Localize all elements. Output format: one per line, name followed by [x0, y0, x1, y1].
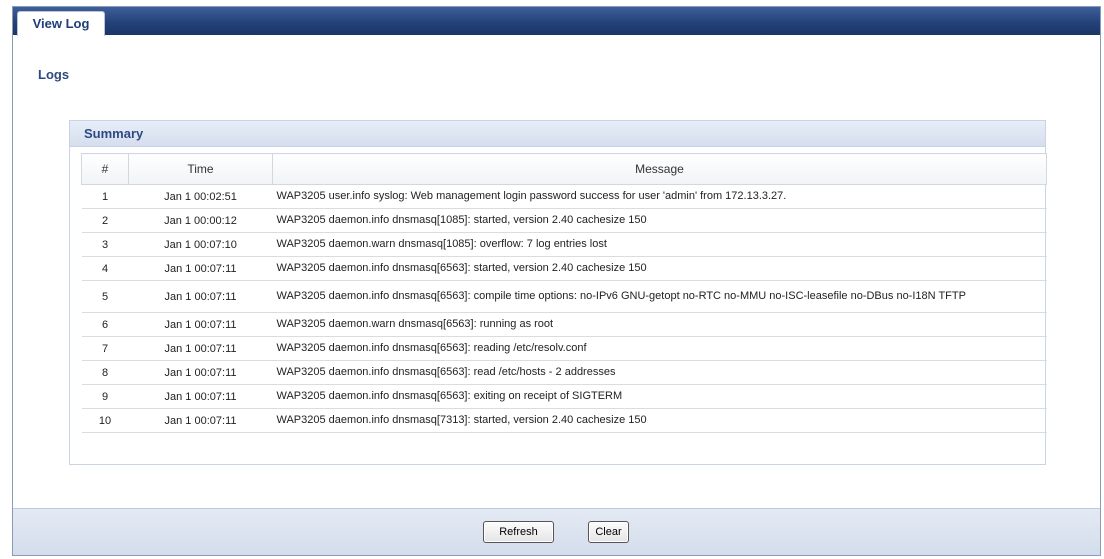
table-row: 5 Jan 1 00:07:11 WAP3205 daemon.info dnsma… — [81, 280, 1047, 313]
table-row: 2 Jan 1 00:00:12 WAP3205 daemon.info dnsma… — [81, 208, 1047, 233]
column-header-message: Message — [272, 153, 1047, 185]
table-row: 6 Jan 1 00:07:11 WAP3205 daemon.warn dnsma… — [81, 312, 1047, 337]
row-time: Jan 1 00:07:11 — [128, 408, 273, 433]
row-message: WAP3205 daemon.warn dnsmasq[6563]: runni… — [272, 312, 1047, 337]
table-row: 4 Jan 1 00:07:11 WAP3205 daemon.info dnsma… — [81, 256, 1047, 281]
section-title-logs: Logs — [38, 67, 70, 82]
refresh-button[interactable]: Refresh — [483, 521, 554, 543]
row-time: Jan 1 00:07:10 — [128, 232, 273, 257]
row-time: Jan 1 00:00:12 — [128, 208, 273, 233]
row-time: Jan 1 00:07:11 — [128, 336, 273, 361]
row-time: Jan 1 00:07:11 — [128, 256, 273, 281]
row-message: WAP3205 daemon.info dnsmasq[7313]: start… — [272, 408, 1047, 433]
log-table-header-row: # Time Message — [81, 153, 1047, 185]
row-message: WAP3205 daemon.info dnsmasq[1085]: start… — [272, 208, 1047, 233]
view-log-panel: View Log Logs Summary # Time Message 1 Ja… — [12, 6, 1101, 556]
row-message: WAP3205 daemon.info dnsmasq[6563]: compi… — [272, 280, 1047, 313]
column-header-number: # — [81, 153, 129, 185]
row-message: WAP3205 daemon.info dnsmasq[6563]: read … — [272, 360, 1047, 385]
row-number: 4 — [81, 256, 129, 281]
summary-title: Summary — [70, 121, 1045, 147]
row-number: 2 — [81, 208, 129, 233]
row-message: WAP3205 daemon.info dnsmasq[6563]: readi… — [272, 336, 1047, 361]
table-row: 7 Jan 1 00:07:11 WAP3205 daemon.info dnsma… — [81, 336, 1047, 361]
row-message: WAP3205 daemon.warn dnsmasq[1085]: overf… — [272, 232, 1047, 257]
row-time: Jan 1 00:07:11 — [128, 384, 273, 409]
row-number: 3 — [81, 232, 129, 257]
column-header-time: Time — [128, 153, 273, 185]
row-number: 9 — [81, 384, 129, 409]
row-time: Jan 1 00:02:51 — [128, 184, 273, 209]
table-row: 9 Jan 1 00:07:11 WAP3205 daemon.info dnsma… — [81, 384, 1047, 409]
tab-bar: View Log — [13, 7, 1100, 36]
row-time: Jan 1 00:07:11 — [128, 280, 273, 313]
log-table: # Time Message 1 Jan 1 00:02:51 WAP3205 us… — [81, 153, 1047, 433]
log-table-body: 1 Jan 1 00:02:51 WAP3205 user.info syslog:… — [81, 184, 1047, 433]
table-row: 10 Jan 1 00:07:11 WAP3205 daemon.info dnsm… — [81, 408, 1047, 433]
row-number: 6 — [81, 312, 129, 337]
row-number: 1 — [81, 184, 129, 209]
row-message: WAP3205 daemon.info dnsmasq[6563]: start… — [272, 256, 1047, 281]
button-footer: Refresh Clear — [13, 508, 1100, 555]
row-number: 5 — [81, 280, 129, 313]
table-row: 1 Jan 1 00:02:51 WAP3205 user.info syslog:… — [81, 184, 1047, 209]
tab-view-log[interactable]: View Log — [17, 11, 105, 36]
table-row: 3 Jan 1 00:07:10 WAP3205 daemon.warn dnsma… — [81, 232, 1047, 257]
clear-button[interactable]: Clear — [588, 521, 629, 543]
row-number: 7 — [81, 336, 129, 361]
row-message: WAP3205 user.info syslog: Web management… — [272, 184, 1047, 209]
row-number: 8 — [81, 360, 129, 385]
row-time: Jan 1 00:07:11 — [128, 360, 273, 385]
table-row: 8 Jan 1 00:07:11 WAP3205 daemon.info dnsma… — [81, 360, 1047, 385]
row-time: Jan 1 00:07:11 — [128, 312, 273, 337]
row-number: 10 — [81, 408, 129, 433]
row-message: WAP3205 daemon.info dnsmasq[6563]: exiti… — [272, 384, 1047, 409]
summary-box: Summary # Time Message 1 Jan 1 00:02:51 WA… — [69, 120, 1047, 465]
